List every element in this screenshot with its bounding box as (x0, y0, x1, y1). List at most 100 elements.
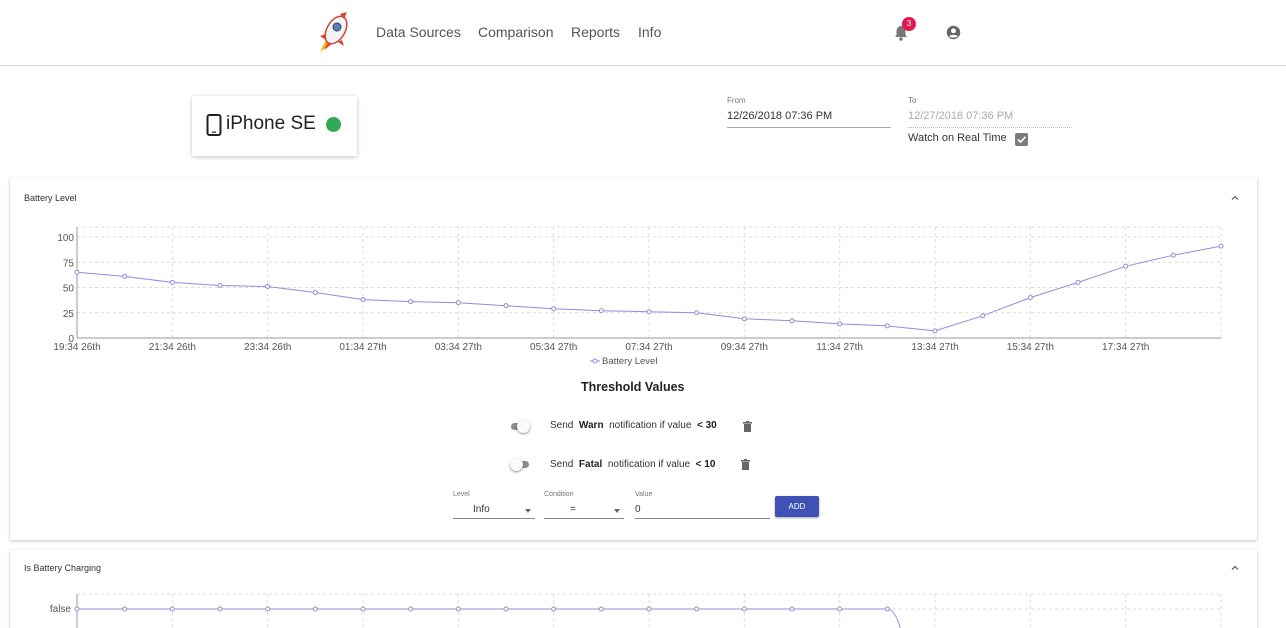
x-tick-label: 05:34 27th (530, 342, 577, 353)
battery-data-point (1027, 295, 1033, 301)
charging-data-point (74, 606, 80, 612)
charging-data-point (694, 606, 700, 612)
legend-battery-level: Battery Level (602, 356, 657, 367)
charging-data-point (217, 606, 223, 612)
nav-reports[interactable]: Reports (571, 24, 620, 40)
y-tick-false: false (50, 604, 72, 615)
from-date-label: From (727, 96, 746, 105)
warn-rule-toggle[interactable] (509, 420, 530, 433)
battery-charging-chart: false (50, 593, 1222, 628)
battery-data-point (1170, 252, 1176, 258)
device-card: iPhone SE (192, 96, 357, 156)
battery-data-point (503, 303, 509, 309)
x-tick-label: 17:34 27th (1102, 342, 1149, 353)
y-tick-label: 75 (63, 258, 75, 269)
fatal-condition: < 10 (695, 459, 716, 470)
collapse-chevron-icon[interactable] (1230, 193, 1240, 203)
battery-data-point (932, 328, 938, 334)
charging-data-point (503, 606, 509, 612)
value-input-text: 0 (635, 504, 641, 515)
x-tick-label: 07:34 27th (625, 342, 672, 353)
fatal-threshold-rule: Send Fatal notification if value < 10 (550, 459, 716, 470)
from-date-input[interactable]: 12/26/2018 07:36 PM (727, 110, 891, 128)
battery-data-point (741, 316, 747, 322)
battery-data-point (455, 300, 461, 306)
battery-data-point (265, 283, 271, 289)
notification-badge: 3 (902, 17, 916, 31)
top-navigation: Data Sources Comparison Reports Info 3 (0, 0, 1286, 66)
x-tick-label: 21:34 26th (149, 342, 196, 353)
battery-data-point (1123, 263, 1129, 269)
battery-data-point (980, 313, 986, 319)
battery-data-point (217, 282, 223, 288)
x-tick-label: 01:34 27th (339, 342, 386, 353)
condition-select[interactable]: = (544, 501, 624, 519)
realtime-checkbox[interactable] (1015, 133, 1028, 146)
battery-data-point (74, 269, 80, 275)
warn-level-label: Warn (578, 420, 604, 431)
nav-comparison[interactable]: Comparison (478, 24, 553, 40)
fatal-rule-toggle[interactable] (509, 458, 529, 471)
battery-data-point (1075, 279, 1081, 285)
charging-data-point (789, 606, 795, 612)
battery-data-point (551, 306, 557, 312)
to-date-field: To 12/27/2018 07:36 PM (908, 96, 1072, 128)
collapse-chevron-icon[interactable] (1230, 563, 1240, 573)
battery-data-point (360, 297, 366, 303)
smartphone-icon (206, 114, 222, 136)
to-date-input: 12/27/2018 07:36 PM (908, 110, 1072, 128)
nav-data-sources[interactable]: Data Sources (376, 24, 461, 40)
add-threshold-button[interactable]: ADD (775, 496, 819, 517)
y-tick-label: 50 (63, 284, 75, 295)
battery-data-point (837, 321, 843, 327)
delete-fatal-rule-icon[interactable] (741, 459, 750, 470)
battery-data-point (694, 310, 700, 316)
charging-panel-title: Is Battery Charging (24, 563, 102, 573)
warn-condition: < 30 (696, 420, 717, 431)
charging-data-point (646, 606, 652, 612)
threshold-heading: Threshold Values (581, 380, 685, 394)
x-tick-label: 09:34 27th (721, 342, 768, 353)
realtime-label: Watch on Real Time (908, 132, 1007, 144)
charging-data-point (837, 606, 843, 612)
user-account-icon[interactable] (946, 25, 961, 40)
battery-data-point (1218, 243, 1224, 249)
charging-data-point (598, 606, 604, 612)
battery-data-point (408, 299, 414, 305)
charging-series-line (77, 608, 901, 628)
condition-label: Condition (544, 491, 574, 498)
level-label: Level (453, 491, 470, 498)
online-status-indicator (326, 117, 341, 132)
device-name: iPhone SE (226, 113, 316, 134)
charging-data-point (884, 606, 890, 612)
battery-data-point (169, 279, 175, 285)
charging-data-point (360, 606, 366, 612)
charging-data-point (312, 606, 318, 612)
y-tick-label: 100 (57, 233, 74, 244)
rocket-logo-icon[interactable] (316, 10, 352, 54)
from-date-field[interactable]: From 12/26/2018 07:36 PM (727, 96, 891, 128)
warn-threshold-rule: Send Warn notification if value < 30 (550, 420, 717, 431)
battery-data-point (646, 309, 652, 315)
charging-data-point (265, 606, 271, 612)
to-date-label: To (908, 96, 917, 105)
battery-level-chart: 0255075100 19:34 26th 21:34 26th 23:34 26t… (53, 226, 1224, 367)
value-input[interactable]: 0 (635, 501, 770, 519)
charging-data-point (551, 606, 557, 612)
x-tick-label: 13:34 27th (911, 342, 958, 353)
delete-warn-rule-icon[interactable] (743, 421, 752, 432)
condition-select-value: = (570, 504, 576, 515)
battery-panel-title: Battery Level (24, 193, 77, 203)
battery-data-point (789, 318, 795, 324)
charging-data-point (408, 606, 414, 612)
x-tick-label: 03:34 27th (435, 342, 482, 353)
battery-data-point (312, 290, 318, 296)
y-tick-label: 25 (63, 309, 75, 320)
x-tick-label: 15:34 27th (1007, 342, 1054, 353)
level-select[interactable]: Info (453, 501, 535, 519)
level-select-value: Info (473, 504, 490, 515)
battery-data-point (884, 323, 890, 329)
value-label: Value (635, 491, 653, 498)
nav-info[interactable]: Info (638, 24, 661, 40)
chevron-down-icon (525, 509, 531, 513)
